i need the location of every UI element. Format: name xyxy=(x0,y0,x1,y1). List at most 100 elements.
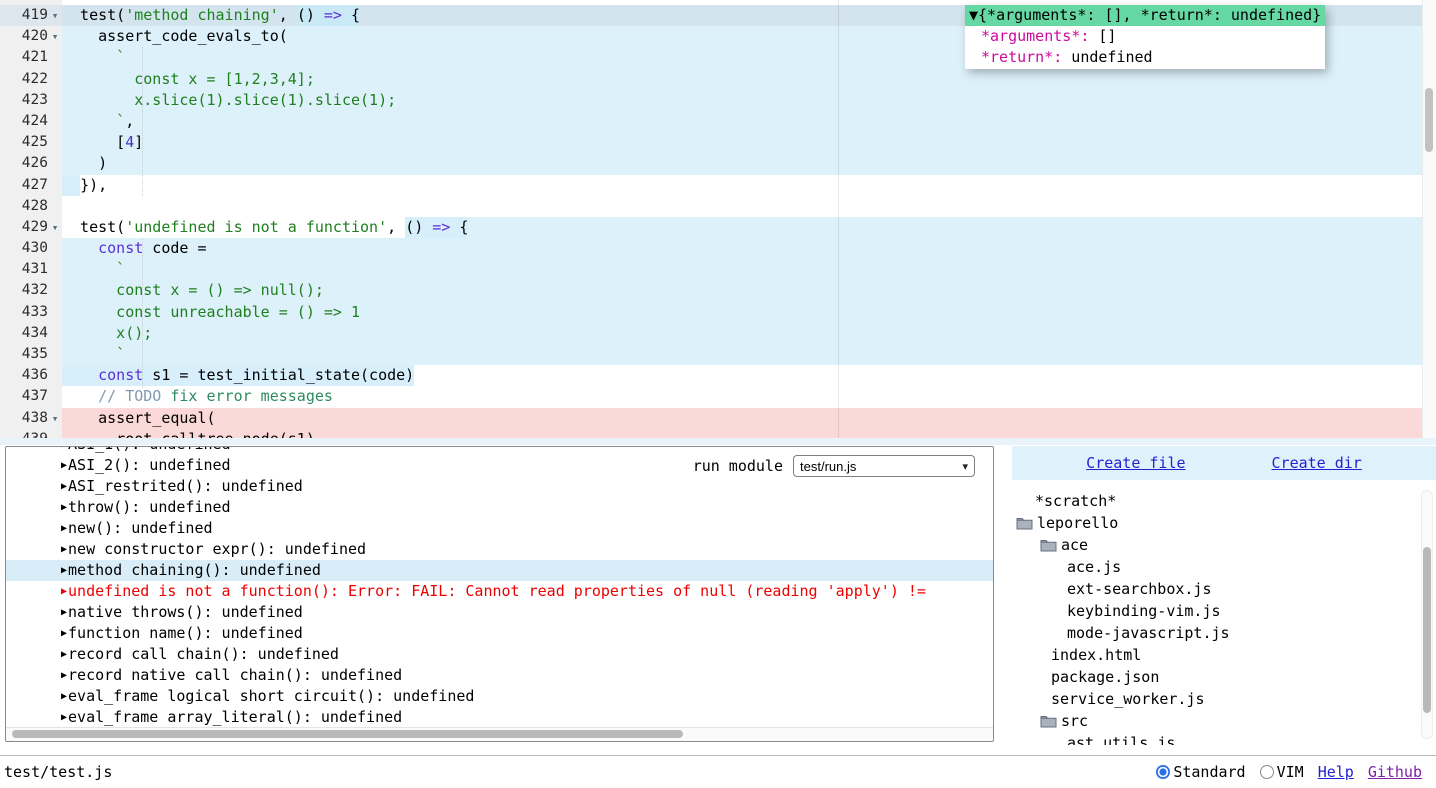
file-tree-scrollbar-thumb[interactable] xyxy=(1423,547,1431,713)
keybinding-standard-option[interactable]: Standard xyxy=(1156,763,1245,781)
line-number[interactable]: 422 xyxy=(0,69,62,90)
code-line[interactable]: ` xyxy=(62,259,1422,280)
code-line[interactable]: const x = [1,2,3,4]; xyxy=(62,69,1422,90)
editor-vertical-scrollbar[interactable] xyxy=(1422,0,1436,438)
code-line[interactable]: const unreachable = () => 1 xyxy=(62,302,1422,323)
fold-arrow-icon[interactable]: ▾ xyxy=(48,5,62,26)
code-line[interactable]: ` xyxy=(62,344,1422,365)
code-line[interactable]: // TODO fix error messages xyxy=(62,386,1422,407)
fold-arrow-icon[interactable]: ▾ xyxy=(48,408,62,429)
line-number[interactable]: 427 xyxy=(0,175,62,196)
radio-standard-icon[interactable] xyxy=(1156,765,1170,779)
file-tree-item[interactable]: index.html xyxy=(1012,644,1436,666)
code-editor[interactable]: 419▾420▾421422423424425426427428429▾4304… xyxy=(0,0,1436,438)
calltree-row[interactable]: ▶undefined is not a function(): Error: F… xyxy=(6,581,993,602)
line-number[interactable]: 420▾ xyxy=(0,26,62,47)
file-tree-scrollbar[interactable] xyxy=(1421,490,1433,739)
output-horizontal-scrollbar[interactable] xyxy=(6,727,993,741)
calltree-row[interactable]: ▶new constructor expr(): undefined xyxy=(6,539,993,560)
code-line[interactable]: ) xyxy=(62,153,1422,174)
expand-triangle-icon[interactable]: ▶ xyxy=(61,455,67,476)
code-line[interactable]: x(); xyxy=(62,323,1422,344)
file-tree-folder[interactable]: leporello xyxy=(1012,512,1436,534)
line-number[interactable]: 421 xyxy=(0,47,62,68)
tooltip-return-row[interactable]: *return*: undefined xyxy=(981,47,1315,68)
code-line[interactable]: const code = xyxy=(62,238,1422,259)
expand-triangle-icon[interactable]: ▶ xyxy=(61,539,67,560)
radio-vim-icon[interactable] xyxy=(1260,765,1274,779)
expand-triangle-icon[interactable]: ▶ xyxy=(61,602,67,623)
file-tree-item[interactable]: ace.js xyxy=(1012,556,1436,578)
code-line[interactable]: const s1 = test_initial_state(code) xyxy=(62,365,1422,386)
keybinding-vim-option[interactable]: VIM xyxy=(1260,763,1304,781)
code-line[interactable]: }), xyxy=(62,175,1422,196)
expand-triangle-icon[interactable]: ▶ xyxy=(61,686,67,707)
expand-triangle-icon[interactable]: ▶ xyxy=(61,644,67,665)
calltree-row[interactable]: ▶function name(): undefined xyxy=(6,623,993,644)
expand-triangle-icon[interactable]: ▶ xyxy=(61,497,67,518)
line-number[interactable]: 419▾ xyxy=(0,5,62,26)
expand-triangle-icon[interactable]: ▶ xyxy=(61,560,67,581)
line-number[interactable]: 425 xyxy=(0,132,62,153)
code-line[interactable]: `, xyxy=(62,111,1422,132)
file-tree-item[interactable]: ext-searchbox.js xyxy=(1012,578,1436,600)
github-link[interactable]: Github xyxy=(1368,763,1422,781)
line-number[interactable]: 424 xyxy=(0,111,62,132)
calltree-row[interactable]: ▶method chaining(): undefined xyxy=(6,560,993,581)
calltree-row[interactable]: ▶eval_frame array_literal(): undefined xyxy=(6,707,993,728)
calltree-row[interactable]: ▶eval_frame logical short circuit(): und… xyxy=(6,686,993,707)
file-tree-item[interactable]: service_worker.js xyxy=(1012,688,1436,710)
expand-triangle-icon[interactable]: ▶ xyxy=(61,476,67,497)
file-tree-folder[interactable]: src xyxy=(1012,710,1436,732)
calltree-row[interactable]: ▶throw(): undefined xyxy=(6,497,993,518)
fold-arrow-icon[interactable]: ▾ xyxy=(48,217,62,238)
calltree-row[interactable]: ▶record native call chain(): undefined xyxy=(6,665,993,686)
expand-triangle-icon[interactable]: ▶ xyxy=(61,581,67,602)
calltree-row[interactable]: ▶ASI_restrited(): undefined xyxy=(6,476,993,497)
code-line[interactable]: x.slice(1).slice(1).slice(1); xyxy=(62,90,1422,111)
line-number[interactable]: 429▾ xyxy=(0,217,62,238)
calltree-row[interactable]: ▶new(): undefined xyxy=(6,518,993,539)
line-number[interactable]: 435 xyxy=(0,344,62,365)
line-number[interactable]: 423 xyxy=(0,90,62,111)
expand-triangle-icon[interactable]: ▶ xyxy=(61,518,67,539)
code-line[interactable]: test('undefined is not a function', () =… xyxy=(62,217,1422,238)
file-tree-item[interactable]: *scratch* xyxy=(1012,490,1436,512)
line-number[interactable]: 434 xyxy=(0,323,62,344)
code-line[interactable]: const x = () => null(); xyxy=(62,280,1422,301)
editor-scrollbar-thumb[interactable] xyxy=(1425,88,1433,152)
calltree-row[interactable]: ▶native throws(): undefined xyxy=(6,602,993,623)
line-number[interactable]: 431 xyxy=(0,259,62,280)
line-number[interactable]: 437 xyxy=(0,386,62,407)
expand-triangle-icon[interactable]: ▶ xyxy=(61,446,67,455)
code-line[interactable]: assert_equal( xyxy=(62,408,1422,429)
code-line[interactable] xyxy=(62,196,1422,217)
line-number[interactable]: 426 xyxy=(0,153,62,174)
fold-arrow-icon[interactable]: ▾ xyxy=(48,26,62,47)
create-dir-link[interactable]: Create dir xyxy=(1272,454,1362,472)
line-number[interactable]: 438▾ xyxy=(0,408,62,429)
calltree-row[interactable]: ▶record call chain(): undefined xyxy=(6,644,993,665)
line-number[interactable]: 433 xyxy=(0,302,62,323)
code-line[interactable]: root_calltree_node(s1) xyxy=(62,429,1422,438)
expand-triangle-icon[interactable]: ▶ xyxy=(61,707,67,728)
run-module-select[interactable]: test/run.js ▾ xyxy=(793,455,975,477)
calltree-row[interactable]: ▶ASI_1(): undefined xyxy=(6,446,993,455)
line-number[interactable]: 439 xyxy=(0,429,62,438)
help-link[interactable]: Help xyxy=(1318,763,1354,781)
file-tree-item[interactable]: package.json xyxy=(1012,666,1436,688)
expand-triangle-icon[interactable]: ▶ xyxy=(61,665,67,686)
line-number[interactable]: 430 xyxy=(0,238,62,259)
tooltip-header[interactable]: ▼{*arguments*: [], *return*: undefined} xyxy=(965,5,1325,26)
line-number[interactable]: 428 xyxy=(0,196,62,217)
output-scrollbar-thumb[interactable] xyxy=(12,730,683,738)
line-number[interactable]: 432 xyxy=(0,280,62,301)
file-tree-folder[interactable]: ace xyxy=(1012,534,1436,556)
file-tree-item[interactable]: mode-javascript.js xyxy=(1012,622,1436,644)
tooltip-arguments-row[interactable]: *arguments*: [] xyxy=(981,26,1315,47)
expand-triangle-icon[interactable]: ▶ xyxy=(61,623,67,644)
file-tree-item[interactable]: keybinding-vim.js xyxy=(1012,600,1436,622)
create-file-link[interactable]: Create file xyxy=(1086,454,1185,472)
line-number[interactable]: 436 xyxy=(0,365,62,386)
file-tree-item[interactable]: ast_utils.js xyxy=(1012,732,1436,745)
